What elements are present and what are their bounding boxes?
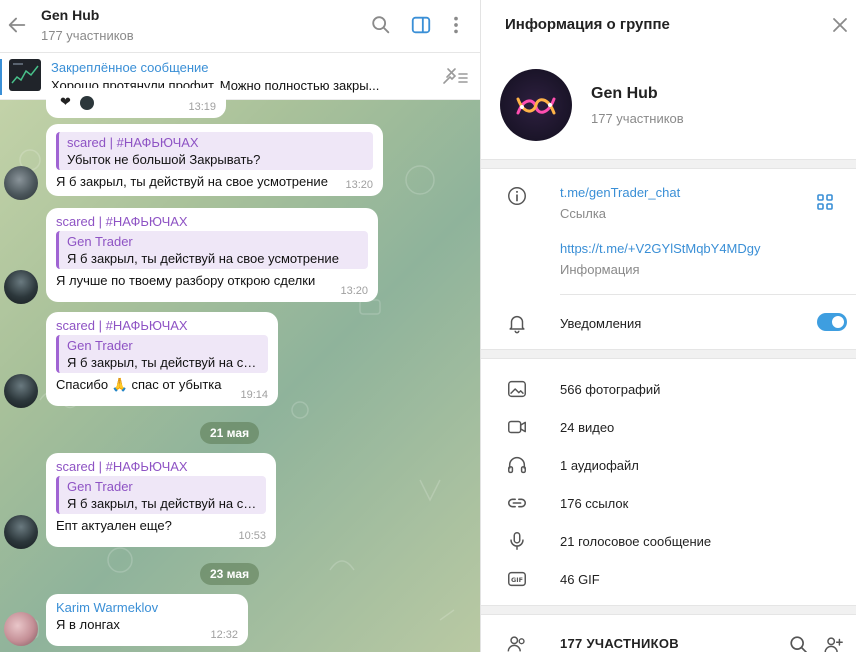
reply-quote[interactable]: Gen Trader Я б закрыл, ты действуй на св… bbox=[56, 335, 268, 373]
message-time: 13:19 bbox=[188, 101, 216, 113]
pinned-indicator bbox=[0, 59, 2, 95]
reaction-avatar bbox=[80, 96, 94, 110]
members-section-title: 177 УЧАСТНИКОВ bbox=[560, 636, 679, 651]
photo-icon bbox=[508, 380, 526, 398]
microphone-icon bbox=[510, 532, 524, 550]
sidebar-toggle-icon[interactable] bbox=[410, 14, 432, 36]
svg-text:GIF: GIF bbox=[511, 576, 523, 584]
pin-list-icon[interactable] bbox=[441, 65, 469, 87]
message-text: Я лучше по твоему разбору открою сделки bbox=[56, 273, 316, 288]
quote-text: Я б закрыл, ты действуй на свое усмотрен… bbox=[67, 251, 339, 266]
sender-name[interactable]: Karim Warmeklov bbox=[56, 600, 238, 615]
sender-name[interactable]: scared | #НАФЬЮЧАХ bbox=[56, 318, 268, 333]
message-time: 13:20 bbox=[340, 285, 368, 297]
gif-icon: GIF bbox=[508, 571, 526, 587]
reply-quote[interactable]: scared | #НАФЬЮЧАХ Убыток не большой Зак… bbox=[56, 132, 373, 170]
toggle-knob bbox=[830, 314, 846, 330]
group-name: Gen Hub bbox=[591, 85, 658, 102]
notifications-label: Уведомления bbox=[560, 316, 642, 331]
message-bubble[interactable]: scared | #НАФЬЮЧАХ Gen Trader Я б закрыл… bbox=[46, 453, 276, 547]
search-icon[interactable] bbox=[370, 14, 392, 36]
media-gifs[interactable]: 46 GIF bbox=[560, 572, 600, 587]
pinned-title: Закреплённое сообщение bbox=[51, 60, 209, 75]
quote-author: Gen Trader bbox=[67, 234, 133, 249]
group-member-count: 177 участников bbox=[591, 111, 684, 126]
group-link-label: Ссылка bbox=[560, 206, 607, 221]
media-videos[interactable]: 24 видео bbox=[560, 420, 614, 435]
video-icon bbox=[508, 420, 526, 434]
message-time: 13:20 bbox=[345, 179, 373, 191]
more-options-icon[interactable] bbox=[445, 14, 467, 36]
section-divider bbox=[481, 605, 856, 615]
chat-header: Gen Hub 177 участников bbox=[0, 0, 480, 53]
avatar[interactable] bbox=[4, 270, 38, 304]
avatar[interactable] bbox=[4, 166, 38, 200]
divider bbox=[560, 294, 856, 295]
reply-quote[interactable]: Gen Trader Я б закрыл, ты действуй на св… bbox=[56, 231, 368, 269]
quote-text: Убыток не большой Закрывать? bbox=[67, 152, 261, 167]
panel-title: Информация о группе bbox=[505, 16, 670, 33]
message-text: Я б закрыл, ты действуй на свое усмотрен… bbox=[56, 174, 328, 189]
message-time: 12:32 bbox=[210, 629, 238, 641]
message-time: 10:53 bbox=[238, 530, 266, 542]
message-bubble[interactable]: scared | #НАФЬЮЧАХ Gen Trader Я б закрыл… bbox=[46, 312, 278, 406]
avatar[interactable] bbox=[4, 374, 38, 408]
bell-icon bbox=[509, 315, 525, 334]
message-bubble[interactable]: ❤ 13:19 bbox=[46, 88, 226, 118]
message-bubble[interactable]: scared | #НАФЬЮЧАХ Gen Trader Я б закрыл… bbox=[46, 208, 378, 302]
section-divider bbox=[481, 159, 856, 169]
media-voice[interactable]: 21 голосовое сообщение bbox=[560, 534, 711, 549]
notifications-toggle[interactable] bbox=[817, 313, 847, 331]
media-links[interactable]: 176 ссылок bbox=[560, 496, 628, 511]
group-link[interactable]: t.me/genTrader_chat bbox=[560, 185, 680, 200]
quote-author: scared | #НАФЬЮЧАХ bbox=[67, 135, 199, 150]
quote-text: Я б закрыл, ты действуй на св... bbox=[67, 496, 258, 511]
media-audio[interactable]: 1 аудиофайл bbox=[560, 458, 639, 473]
members-icon bbox=[507, 636, 525, 652]
info-icon bbox=[508, 187, 526, 205]
quote-author: Gen Trader bbox=[67, 338, 133, 353]
reply-quote[interactable]: Gen Trader Я б закрыл, ты действуй на св… bbox=[56, 476, 266, 514]
message-text: Спасибо 🙏 спас от убытка bbox=[56, 377, 222, 392]
message-bubble[interactable]: Karim Warmeklov Я в лонгах 12:32 bbox=[46, 594, 248, 646]
avatar[interactable] bbox=[4, 612, 38, 646]
chat-pane: Gen Hub 177 участников Закреплённое сооб… bbox=[0, 0, 480, 652]
group-info-panel: Информация о группе Gen Hub 177 участник… bbox=[480, 0, 856, 652]
sender-name[interactable]: scared | #НАФЬЮЧАХ bbox=[56, 214, 368, 229]
reaction-heart-icon: ❤ bbox=[60, 94, 71, 109]
chat-title[interactable]: Gen Hub bbox=[41, 7, 99, 23]
date-separator: 23 мая bbox=[200, 563, 260, 585]
pinned-thumbnail bbox=[9, 59, 41, 91]
media-photos[interactable]: 566 фотографий bbox=[560, 382, 660, 397]
group-avatar[interactable] bbox=[500, 69, 572, 141]
qr-code-icon[interactable] bbox=[815, 192, 835, 212]
invite-link[interactable]: https://t.me/+V2GYlStMqbY4MDgy bbox=[560, 241, 761, 256]
back-arrow-icon[interactable] bbox=[6, 13, 28, 37]
search-members-icon[interactable] bbox=[788, 634, 810, 652]
avatar[interactable] bbox=[4, 515, 38, 549]
date-separator: 21 мая bbox=[200, 422, 260, 444]
quote-author: Gen Trader bbox=[67, 479, 133, 494]
close-icon[interactable] bbox=[831, 16, 849, 34]
chat-member-count: 177 участников bbox=[41, 28, 134, 43]
invite-link-label: Информация bbox=[560, 262, 640, 277]
link-icon bbox=[507, 498, 527, 508]
headphones-icon bbox=[508, 457, 526, 474]
message-bubble[interactable]: scared | #НАФЬЮЧАХ Убыток не большой Зак… bbox=[46, 124, 383, 196]
message-time: 19:14 bbox=[240, 389, 268, 401]
sender-name[interactable]: scared | #НАФЬЮЧАХ bbox=[56, 459, 266, 474]
message-text: Епт актуален еще? bbox=[56, 518, 172, 533]
add-member-icon[interactable] bbox=[822, 634, 844, 652]
quote-text: Я б закрыл, ты действуй на св... bbox=[67, 355, 260, 370]
section-divider bbox=[481, 349, 856, 359]
